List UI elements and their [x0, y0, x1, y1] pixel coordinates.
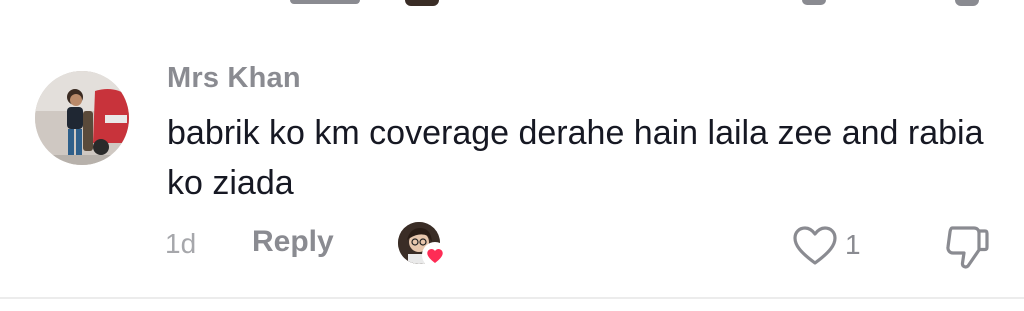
avatar[interactable]: [35, 71, 129, 165]
comment-username[interactable]: Mrs Khan: [167, 62, 301, 95]
heart-filled-icon: [422, 242, 448, 268]
heart-outline-icon[interactable]: [792, 225, 838, 267]
avatar-photo: [35, 71, 129, 165]
thumbs-down-icon[interactable]: [944, 222, 990, 270]
creator-liked-badge: [398, 222, 450, 268]
divider: [0, 297, 1024, 299]
comment-text: babrik ko km coverage derahe hain laila …: [167, 114, 984, 202]
previous-comment-row-fragment: [0, 0, 1024, 12]
comment-timestamp: 1d: [165, 228, 197, 259]
like-count: 1: [845, 229, 861, 260]
reply-button[interactable]: Reply: [252, 225, 334, 259]
